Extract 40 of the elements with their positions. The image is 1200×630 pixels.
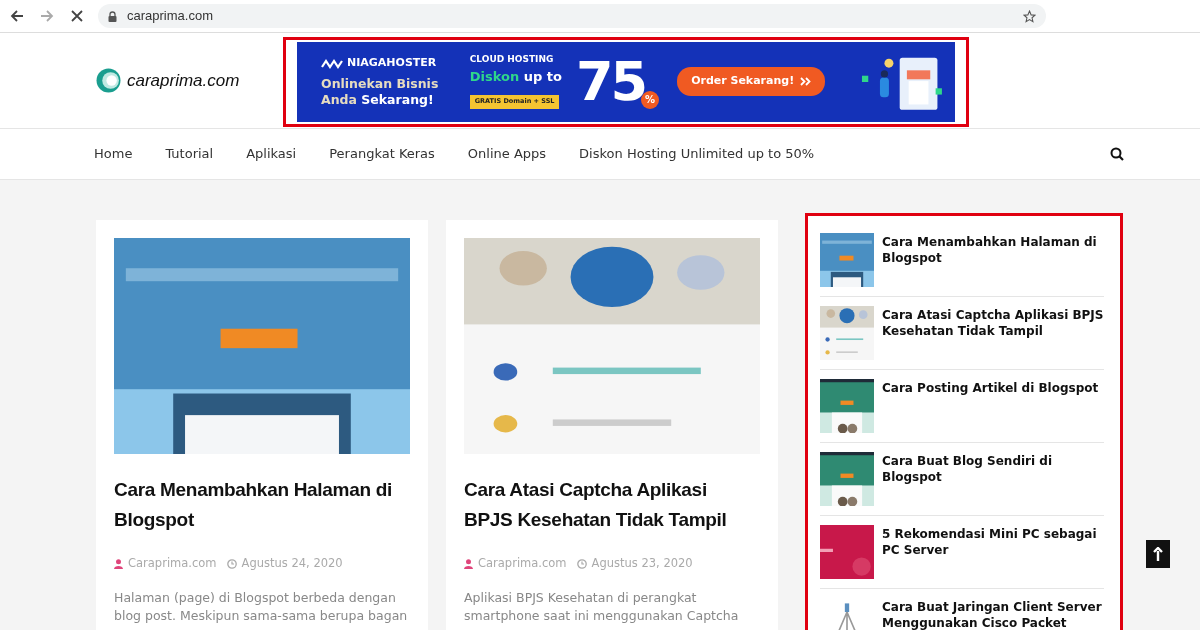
brand-logo-icon — [321, 58, 343, 69]
double-chevron-icon — [800, 77, 812, 86]
post-date: Agustus 24, 2020 — [241, 555, 343, 572]
nav-link[interactable]: Home — [94, 144, 133, 164]
nav-link[interactable]: Tutorial — [165, 144, 214, 164]
nav-link[interactable]: Diskon Hosting Unlimited up to 50% — [579, 144, 815, 164]
back-to-top-button[interactable] — [1146, 540, 1170, 568]
post-title[interactable]: Cara Atasi Captcha Aplikasi BPJS Kesehatan Tidak Tampil — [464, 475, 760, 535]
clock-icon — [576, 558, 587, 569]
arrow-up-icon — [1153, 547, 1163, 561]
user-icon — [114, 558, 123, 569]
site-logo-text[interactable]: caraprima.com — [127, 67, 240, 94]
ad-headline: Anda — [321, 91, 357, 107]
user-icon — [464, 558, 473, 569]
popular-post-link[interactable]: 5 Rekomendasi Mini PC sebagai PC Server — [882, 526, 1104, 580]
post-excerpt: Halaman (page) di Blogspot berbeda dengan blog post. Meskipun sama-sama berupa bagan — [114, 589, 409, 626]
ad-discount-label: Diskon — [469, 68, 520, 84]
clock-icon — [226, 558, 237, 569]
ad-brand: NIAGAHOSTER — [347, 55, 437, 72]
post-date: Agustus 23, 2020 — [591, 555, 693, 572]
ad-discount-label: up to — [523, 68, 562, 84]
ad-headline: Sekarang! — [361, 91, 434, 107]
popular-post-link[interactable]: Cara Buat Blog Sendiri di Blogspot — [882, 453, 1104, 507]
popular-post-link[interactable]: Cara Menambahkan Halaman di Blogspot — [882, 234, 1104, 288]
ad-product: CLOUD HOSTING — [469, 53, 555, 66]
post-title[interactable]: Cara Menambahkan Halaman di Blogspot — [114, 475, 410, 535]
url-text: caraprima.com — [127, 7, 214, 26]
search-icon[interactable] — [1110, 147, 1124, 161]
post-excerpt: Aplikasi BPJS Kesehatan di perangkat smartphone saat ini menggunakan Captcha — [464, 589, 740, 626]
star-icon[interactable] — [1023, 9, 1036, 23]
nav-link[interactable]: Online Apps — [467, 144, 547, 164]
address-bar[interactable]: caraprima.com — [98, 4, 1046, 28]
logo-icon — [96, 68, 121, 93]
ad-headline: Onlinekan Bisnis — [321, 75, 440, 92]
nav-link[interactable]: Perangkat Keras — [329, 144, 435, 164]
nav-link[interactable]: Aplikasi — [246, 144, 297, 164]
popular-post-link[interactable]: Cara Buat Jaringan Client Server Menggunakan Cisco Packet — [882, 599, 1104, 630]
popular-post-link[interactable]: Cara Atasi Captcha Aplikasi BPJS Kesehatan Tidak Tampil — [882, 307, 1104, 361]
popular-post-link[interactable]: Cara Posting Artikel di Blogspot — [882, 380, 1099, 434]
lock-icon — [108, 10, 117, 22]
